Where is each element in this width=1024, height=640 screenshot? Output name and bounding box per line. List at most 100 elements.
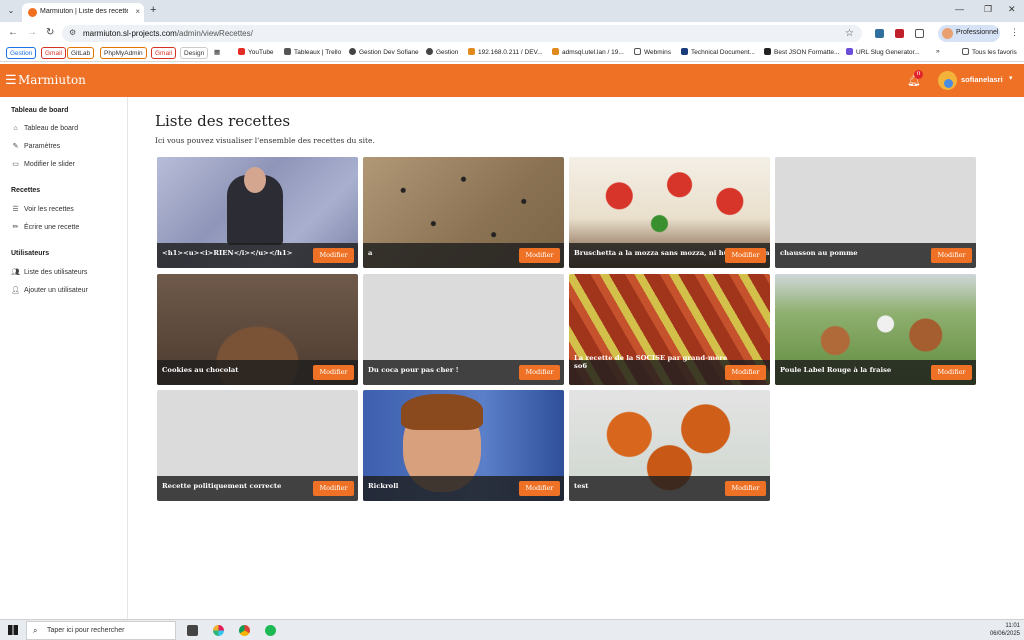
edit-recipe-button[interactable]: Modifier (313, 481, 354, 496)
bookmark-dev-db[interactable]: 192.168.0.211 / DEV... (468, 48, 543, 56)
edit-recipe-button[interactable]: Modifier (519, 365, 560, 380)
clock-date: 06/06/2025 (989, 631, 1020, 637)
extensions-puzzle-icon[interactable] (915, 29, 924, 38)
bookmarks-bar: Gestion Gmail GitLab PhpMyAdmin Gmail De… (0, 44, 1024, 62)
edit-recipe-button[interactable]: Modifier (519, 248, 560, 263)
chevron-down-icon[interactable]: ▾ (1009, 74, 1013, 82)
pencil-icon: ✏ (12, 224, 19, 231)
recipe-card: Rickroll Modifier (363, 390, 564, 501)
recipe-card: a Modifier (363, 157, 564, 268)
sidebar-item-write-recipe[interactable]: ✏ Écrire une recette (11, 223, 80, 231)
bookmark-admsql[interactable]: admsql.utel.lan / 19... (552, 48, 624, 56)
recipe-name: Recette politiquement correcte (162, 482, 282, 490)
recipe-card: chausson au pomme Modifier (775, 157, 976, 268)
profile-button[interactable]: Professionnel (938, 25, 1000, 42)
sidebar-section-title: Recettes (11, 187, 41, 194)
edit-recipe-button[interactable]: Modifier (725, 365, 766, 380)
edit-recipe-button[interactable]: Modifier (725, 481, 766, 496)
phpmyadmin-icon (468, 48, 475, 55)
close-window-icon[interactable]: ✕ (1008, 4, 1016, 15)
brand-logo[interactable]: Marmiuton (18, 73, 86, 87)
globe-icon (349, 48, 356, 55)
new-tab-icon[interactable]: + (150, 4, 156, 16)
recipe-card: Recette politiquement correcte Modifier (157, 390, 358, 501)
profile-avatar (942, 28, 953, 39)
edit-recipe-button[interactable]: Modifier (931, 248, 972, 263)
site-favicon-icon (28, 8, 37, 17)
close-tab-icon[interactable]: × (135, 7, 140, 16)
taskbar-search-input[interactable]: ⌕ Taper ici pour rechercher (26, 621, 176, 640)
extension-icon[interactable] (875, 29, 884, 38)
windows-start-icon[interactable] (8, 625, 18, 635)
browser-menu-icon[interactable]: ⋮ (1010, 27, 1019, 38)
bookmark-url-slug[interactable]: URL Slug Generator... (846, 48, 920, 56)
bookmark-chip[interactable]: GitLab (67, 47, 95, 59)
edit-recipe-button[interactable]: Modifier (519, 481, 560, 496)
bookmark-chip[interactable]: Gestion (6, 47, 37, 59)
bookmark-json-formatter[interactable]: Best JSON Formatte... (764, 48, 839, 56)
json-icon (764, 48, 771, 55)
sidebar-item-add-user[interactable]: 👤︎ Ajouter un utilisateur (11, 286, 88, 294)
phpmyadmin-icon (552, 48, 559, 55)
forward-icon[interactable]: → (27, 27, 37, 39)
user-name[interactable]: sofianelasri (961, 75, 1003, 84)
menu-toggle-icon[interactable]: ☰ (5, 73, 17, 87)
bookmark-chip[interactable]: PhpMyAdmin (100, 47, 147, 59)
bookmark-chip[interactable]: Gmail (151, 47, 176, 59)
folder-icon (634, 48, 641, 55)
address-row: ← → ↻ ⚙ marmiuton.sl-projects.com/admin/… (0, 22, 1024, 44)
trello-icon (284, 48, 291, 55)
edit-recipe-button[interactable]: Modifier (313, 248, 354, 263)
sidebar-item-recipes[interactable]: ☰ Voir les recettes (11, 205, 73, 213)
users-icon: 👥︎ (11, 269, 20, 276)
folder-icon (962, 48, 969, 55)
more-bookmarks-icon[interactable]: » (936, 48, 940, 55)
recipe-card: Poule Label Rouge à la fraise Modifier (775, 274, 976, 385)
page-subtitle: Ici vous pouvez visualiser l'ensemble de… (155, 136, 375, 145)
bookmark-webmins[interactable]: Webmins (634, 48, 671, 56)
back-icon[interactable]: ← (8, 27, 18, 39)
sidebar-item-settings[interactable]: ✎ Paramètres (11, 142, 61, 150)
recipe-card: Du coca pour pas cher ! Modifier (363, 274, 564, 385)
profile-label: Professionnel (956, 29, 999, 36)
sidebar-item-users[interactable]: 👥︎ Liste des utilisateurs (11, 268, 87, 276)
recipe-card: La recette de la SOCISE par grand-mère s… (569, 274, 770, 385)
minimize-icon[interactable]: — (955, 4, 964, 14)
list-icon: ☰ (12, 206, 19, 213)
edit-recipe-button[interactable]: Modifier (931, 365, 972, 380)
address-bar[interactable]: ⚙ marmiuton.sl-projects.com/admin/viewRe… (62, 25, 862, 42)
restore-icon[interactable]: ❐ (984, 4, 992, 15)
all-bookmarks[interactable]: Tous les favoris (962, 48, 1017, 56)
bookmark-chip[interactable]: Design (180, 47, 209, 59)
recipe-name: La recette de la SOCISE par grand-mère s… (574, 354, 728, 370)
bookmark-youtube[interactable]: YouTube (238, 48, 274, 56)
user-avatar[interactable] (938, 71, 957, 90)
bookmark-chip[interactable]: Gmail (41, 47, 66, 59)
tab-search-icon[interactable]: ⌄ (4, 4, 18, 18)
bookmark-gestion[interactable]: Gestion (426, 48, 458, 56)
system-clock[interactable]: 11:01 06/06/2025 (984, 622, 1020, 638)
apps-grid-icon[interactable]: ▦ (214, 48, 220, 56)
edit-recipe-button[interactable]: Modifier (313, 365, 354, 380)
sidebar-section-title: Tableau de board (11, 107, 69, 114)
reload-icon[interactable]: ↻ (46, 27, 54, 39)
tab-title: Marmiuton | Liste des recettes (40, 8, 128, 15)
spotify-icon[interactable] (265, 625, 276, 636)
sidebar-item-slider[interactable]: ▭ Modifier le slider (11, 160, 75, 168)
url-text[interactable]: marmiuton.sl-projects.com/admin/viewRece… (83, 29, 253, 38)
ublock-icon[interactable] (895, 29, 904, 38)
bookmark-gestion-dev[interactable]: Gestion Dev Sofiane (349, 48, 419, 56)
task-view-icon[interactable] (187, 625, 198, 636)
sidebar-section-title: Utilisateurs (11, 250, 50, 257)
edit-recipe-button[interactable]: Modifier (725, 248, 766, 263)
recipe-card: <h1><u><i>RIEN</i></u></h1> Modifier (157, 157, 358, 268)
slack-icon[interactable] (213, 625, 224, 636)
bookmark-star-icon[interactable]: ☆ (845, 28, 854, 39)
browser-tab[interactable]: Marmiuton | Liste des recettes × (22, 3, 144, 22)
site-info-icon[interactable]: ⚙ (69, 28, 76, 37)
wrench-icon: ✎ (12, 143, 19, 150)
sidebar-item-dashboard[interactable]: ⌂ Tableau de board (11, 125, 78, 132)
bookmark-technical-doc[interactable]: Technical Document... (681, 48, 755, 56)
bookmark-trello[interactable]: Tableaux | Trello (284, 48, 341, 56)
chrome-icon[interactable] (239, 625, 250, 636)
